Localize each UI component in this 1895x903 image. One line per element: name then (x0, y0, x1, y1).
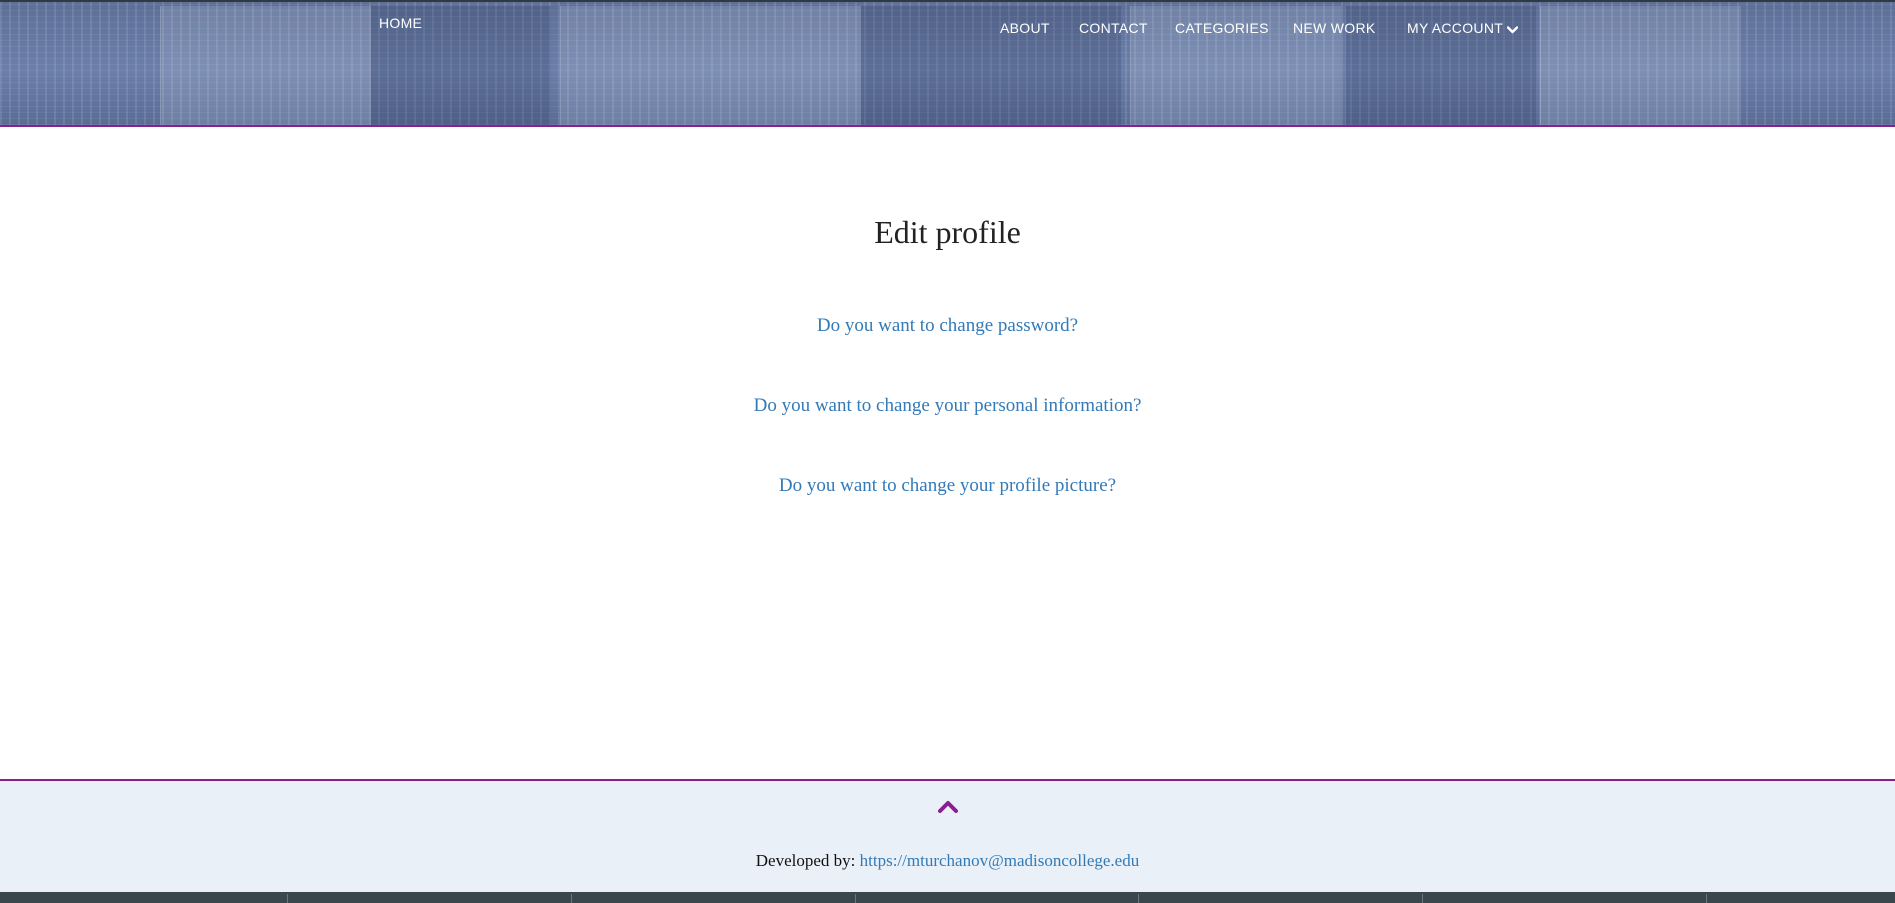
change-password-link[interactable]: Do you want to change password? (0, 315, 1895, 337)
nav-about-link[interactable]: ABOUT (1000, 20, 1050, 36)
taskbar (0, 892, 1895, 903)
nav-new-work-link[interactable]: NEW WORK (1293, 20, 1376, 36)
nav-home-link[interactable]: HOME (379, 15, 422, 31)
developer-email-link[interactable]: https://mturchanov@madisoncollege.edu (860, 851, 1140, 870)
header-background-decor (1540, 6, 1741, 125)
header-background-decor (160, 6, 371, 125)
developed-by-label: Developed by: (755, 851, 856, 870)
taskbar-divider (1706, 894, 1707, 903)
header-background-decor (560, 6, 861, 125)
nav-contact-link[interactable]: CONTACT (1079, 20, 1148, 36)
nav-my-account-dropdown[interactable]: MY ACCOUNT (1407, 20, 1519, 37)
taskbar-divider (1422, 894, 1423, 903)
taskbar-divider (855, 894, 856, 903)
taskbar-divider (571, 894, 572, 903)
chevron-down-icon (1506, 21, 1519, 37)
taskbar-divider (1138, 894, 1139, 903)
site-header: HOME ABOUT CONTACT CATEGORIES NEW WORK M… (0, 0, 1895, 127)
page-title: Edit profile (874, 214, 1021, 250)
change-profile-picture-link[interactable]: Do you want to change your profile pictu… (0, 475, 1895, 497)
developer-credit: Developed by: https://mturchanov@madison… (0, 851, 1895, 871)
nav-my-account-label: MY ACCOUNT (1407, 20, 1504, 36)
nav-categories-link[interactable]: CATEGORIES (1175, 20, 1269, 36)
site-footer: Developed by: https://mturchanov@madison… (0, 779, 1895, 892)
chevron-up-icon[interactable] (937, 799, 959, 815)
change-personal-info-link[interactable]: Do you want to change your personal info… (0, 395, 1895, 417)
taskbar-divider (287, 894, 288, 903)
